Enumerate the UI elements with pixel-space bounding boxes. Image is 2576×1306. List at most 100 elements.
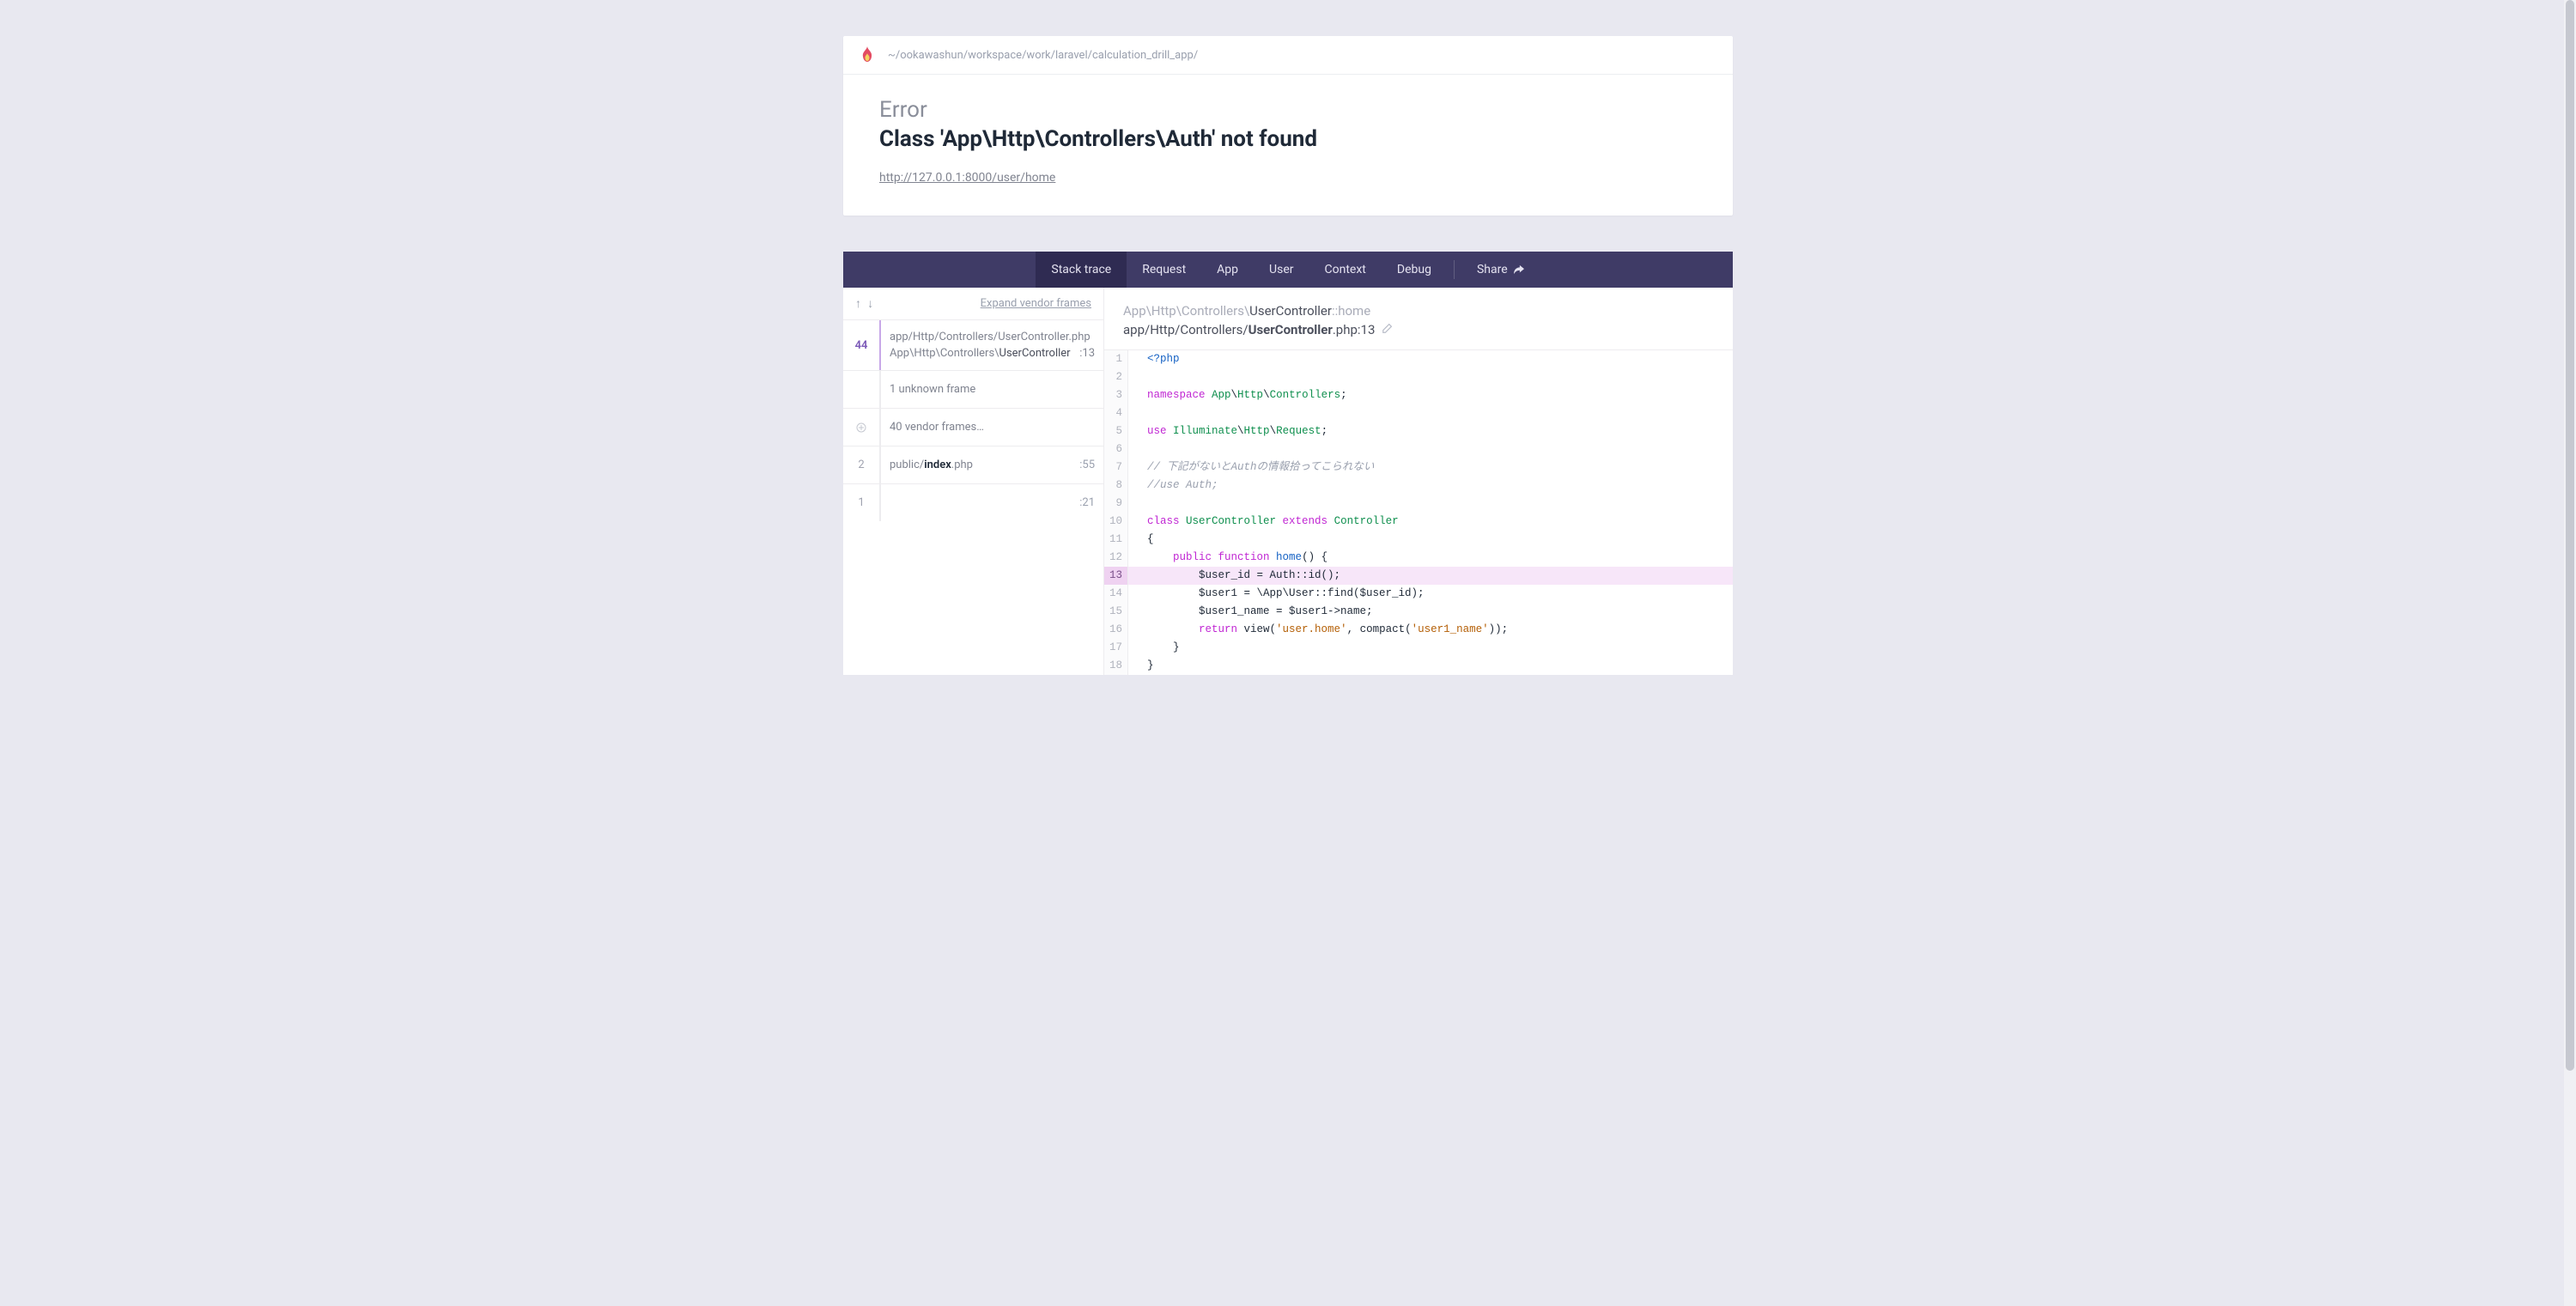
code-content: } [1128,639,1180,657]
code-content: $user_id = Auth::id(); [1128,567,1340,585]
code-content [1128,368,1147,386]
line-number: 16 [1104,621,1128,639]
code-line: 1<?php [1104,350,1733,368]
line-number: 17 [1104,639,1128,657]
code-content: return view('user.home', compact('user1_… [1128,621,1508,639]
expand-icon [843,409,879,446]
code-content: class UserController extends Controller [1128,513,1399,531]
share-button[interactable]: Share [1461,252,1540,288]
frame-class: App\Http\Controllers\UserController:13 [881,347,1103,370]
line-number: 3 [1104,386,1128,404]
code-line: 3namespace App\Http\Controllers; [1104,386,1733,404]
error-url[interactable]: http://127.0.0.1:8000/user/home [879,171,1055,185]
code-line: 2 [1104,368,1733,386]
arrow-up-icon[interactable]: ↑ [855,297,861,311]
tab-user[interactable]: User [1254,252,1309,288]
line-number: 1 [1104,350,1128,368]
stack-frame[interactable]: 2public/index.php:55 [843,446,1103,483]
line-number: 4 [1104,404,1128,422]
stack-frames-panel: ↑ ↓ Expand vendor frames 44app/Http/Cont… [843,288,1104,675]
code-content: <?php [1128,350,1180,368]
code-line: 18} [1104,657,1733,675]
expand-vendor-link[interactable]: Expand vendor frames [981,297,1091,310]
frame-body [881,484,1079,521]
code-line: 14 $user1 = \App\User::find($user_id); [1104,585,1733,603]
code-content: public function home() { [1128,549,1327,567]
class-line: App\Http\Controllers\UserController::hom… [1123,303,1714,319]
frame-file: app/Http/Controllers/UserController.php [881,320,1103,347]
code-line: 4 [1104,404,1733,422]
tab-app[interactable]: App [1201,252,1254,288]
line-number: 18 [1104,657,1128,675]
code-line: 10class UserController extends Controlle… [1104,513,1733,531]
code-line: 13 $user_id = Auth::id(); [1104,567,1733,585]
stack-toolbar: ↑ ↓ Expand vendor frames [843,288,1103,319]
breadcrumb: ~/ookawashun/workspace/work/laravel/calc… [888,49,1198,62]
line-number: 14 [1104,585,1128,603]
line-number: 2 [1104,368,1128,386]
code-content: { [1128,531,1154,549]
code-content: //use Auth; [1128,477,1218,495]
code-content: use Illuminate\Http\Request; [1128,422,1327,440]
arrow-down-icon[interactable]: ↓ [867,297,873,311]
line-number: 13 [1104,567,1128,585]
frame-body: 1 unknown frame [881,371,1103,408]
stack-layout: ↑ ↓ Expand vendor frames 44app/Http/Cont… [843,288,1733,675]
error-title: Class 'App\Http\Controllers\Auth' not fo… [879,126,1697,152]
scrollbar-thumb[interactable] [2566,0,2574,1071]
share-arrow-icon [1513,264,1525,275]
ignition-logo-icon [860,46,874,64]
tab-stack-trace[interactable]: Stack trace [1036,252,1127,288]
line-number: 11 [1104,531,1128,549]
line-number: 10 [1104,513,1128,531]
tabs-bar: Stack traceRequestAppUserContextDebug Sha… [843,252,1733,288]
file-line: app/Http/Controllers/UserController.php:… [1123,322,1714,337]
line-number: 7 [1104,459,1128,477]
code-content [1128,440,1147,459]
line-number: 9 [1104,495,1128,513]
line-number: 6 [1104,440,1128,459]
error-card-header: ~/ookawashun/workspace/work/laravel/calc… [843,36,1733,75]
code-line: 6 [1104,440,1733,459]
error-label: Error [879,97,1697,123]
error-card: ~/ookawashun/workspace/work/laravel/calc… [843,36,1733,216]
frame-number: 44 [843,320,879,370]
tab-context[interactable]: Context [1309,252,1382,288]
code-content: $user1_name = $user1->name; [1128,603,1373,621]
code-line: 12 public function home() { [1104,549,1733,567]
code-line: 15 $user1_name = $user1->name; [1104,603,1733,621]
pencil-icon[interactable] [1382,322,1394,337]
frame-file: public/index.php [881,446,1079,483]
code-content: // 下記がないとAuthの情報拾ってこられない [1128,459,1374,477]
divider [1454,260,1455,279]
stack-frame[interactable]: 1 :21 [843,483,1103,521]
code-content [1128,495,1147,513]
code-line: 16 return view('user.home', compact('use… [1104,621,1733,639]
scrollbar[interactable] [2564,0,2576,1306]
code-block: 1<?php23namespace App\Http\Controllers;4… [1104,349,1733,675]
line-number: 15 [1104,603,1128,621]
stack-frame[interactable]: 1 unknown frame [843,370,1103,408]
line-number: 12 [1104,549,1128,567]
frame-line-number: :21 [1079,484,1103,521]
stack-frame[interactable]: 44app/Http/Controllers/UserController.ph… [843,319,1103,370]
code-line: 9 [1104,495,1733,513]
code-content: } [1128,657,1154,675]
code-line: 8//use Auth; [1104,477,1733,495]
code-line: 7// 下記がないとAuthの情報拾ってこられない [1104,459,1733,477]
line-number: 5 [1104,422,1128,440]
code-content: $user1 = \App\User::find($user_id); [1128,585,1425,603]
code-line: 11{ [1104,531,1733,549]
frame-line-number: :55 [1079,446,1103,483]
tab-debug[interactable]: Debug [1382,252,1447,288]
code-content [1128,404,1147,422]
frame-number: 1 [843,484,879,521]
stack-frame[interactable]: 40 vendor frames… [843,408,1103,446]
frame-number [843,371,879,408]
code-content: namespace App\Http\Controllers; [1128,386,1347,404]
source-panel: App\Http\Controllers\UserController::hom… [1104,288,1733,675]
tab-request[interactable]: Request [1127,252,1201,288]
code-line: 5use Illuminate\Http\Request; [1104,422,1733,440]
code-line: 17 } [1104,639,1733,657]
frame-number: 2 [843,446,879,483]
